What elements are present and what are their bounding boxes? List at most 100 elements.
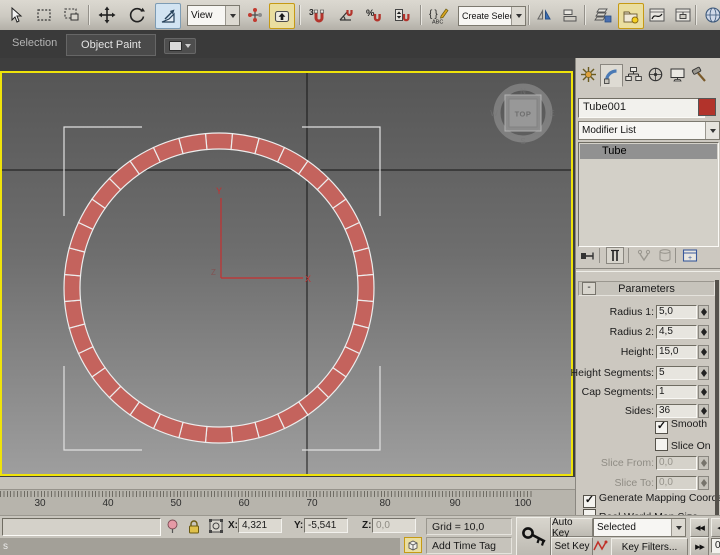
time-slider-track[interactable] bbox=[0, 477, 575, 490]
x-coord-field[interactable]: 4,321 bbox=[238, 518, 282, 533]
tab-create[interactable] bbox=[578, 64, 599, 85]
radius1-field[interactable]: 5,0 bbox=[656, 305, 697, 319]
tube-segment[interactable] bbox=[179, 422, 207, 442]
tube-segment[interactable] bbox=[231, 134, 259, 154]
radius2-spinner[interactable] bbox=[698, 325, 709, 339]
generate-mapping-checkbox[interactable]: ✓ bbox=[583, 495, 596, 508]
make-unique-icon[interactable] bbox=[636, 249, 652, 263]
tube-segment[interactable] bbox=[358, 275, 374, 302]
tube-segment[interactable] bbox=[353, 300, 373, 328]
tab-motion[interactable] bbox=[645, 64, 666, 85]
mirror-button[interactable] bbox=[532, 3, 556, 27]
spinner-snap-toggle-button[interactable] bbox=[390, 3, 414, 27]
pin-stack-icon[interactable] bbox=[580, 249, 596, 263]
percent-snap-toggle-button[interactable]: % bbox=[362, 3, 386, 27]
toggle-ribbon-button[interactable] bbox=[618, 3, 644, 29]
key-filters-button[interactable]: Key Filters... bbox=[611, 538, 688, 555]
ribbon-display-dropdown[interactable] bbox=[164, 38, 196, 54]
slice-on-checkbox[interactable] bbox=[655, 438, 668, 451]
ribbon-tab-object-paint[interactable]: Object Paint bbox=[66, 34, 156, 56]
window-crossing-toggle-button[interactable] bbox=[60, 3, 84, 27]
reference-coordinate-system-dropdown[interactable]: View bbox=[187, 5, 240, 26]
angle-snap-toggle-button[interactable] bbox=[334, 3, 358, 27]
selection-filter-dropdown[interactable]: Selected bbox=[593, 518, 686, 537]
generate-mapping-label: Generate Mapping Coords. bbox=[599, 492, 720, 504]
edit-named-selection-sets-button[interactable]: { } ABC bbox=[427, 3, 451, 27]
time-tag-cube-button[interactable] bbox=[404, 537, 422, 553]
show-end-result-button[interactable] bbox=[606, 247, 624, 264]
go-to-end-button[interactable]: ▶▶ bbox=[690, 537, 709, 555]
go-to-start-button[interactable]: ◀◀ bbox=[690, 518, 709, 537]
radius2-field[interactable]: 4,5 bbox=[656, 325, 697, 339]
modifier-stack[interactable]: Tube bbox=[578, 142, 719, 247]
material-editor-button[interactable] bbox=[701, 3, 720, 27]
rollout-scrollbar[interactable] bbox=[715, 280, 719, 515]
object-color-swatch[interactable] bbox=[698, 98, 716, 116]
named-selection-sets-dropdown[interactable]: Create Selection Se bbox=[458, 6, 526, 26]
snap-toggle-3d-button[interactable]: 3 bbox=[305, 3, 329, 27]
tube-segment[interactable] bbox=[206, 427, 233, 443]
z-coord-field[interactable]: 0,0 bbox=[372, 518, 416, 533]
set-key-button[interactable]: Set Key bbox=[551, 537, 593, 555]
active-viewport[interactable]: Y X Z N W E S TOP bbox=[0, 71, 573, 476]
tab-display[interactable] bbox=[667, 64, 688, 85]
ribbon-tab-selection[interactable]: Selection bbox=[12, 37, 57, 49]
tube-segment[interactable] bbox=[65, 248, 85, 276]
tube-segment[interactable] bbox=[206, 133, 233, 149]
tab-utilities[interactable] bbox=[689, 64, 710, 85]
isolate-selection-icon[interactable] bbox=[166, 519, 179, 534]
tube-segment[interactable] bbox=[179, 134, 207, 154]
viewport-canvas[interactable]: Y X Z N W E S TOP bbox=[2, 73, 571, 474]
current-frame-field[interactable]: 0 bbox=[711, 538, 720, 553]
absolute-offset-mode-icon[interactable] bbox=[209, 519, 223, 533]
track-bar[interactable]: 30 40 50 60 70 80 90 100 bbox=[0, 490, 575, 515]
smooth-checkbox[interactable]: ✓ bbox=[655, 421, 668, 434]
keyboard-shortcut-override-toggle[interactable] bbox=[269, 3, 295, 29]
rectangular-selection-region-button[interactable] bbox=[32, 3, 56, 27]
y-coord-field[interactable]: -5,541 bbox=[304, 518, 348, 533]
set-keys-button[interactable] bbox=[516, 517, 551, 555]
modifier-list-dropdown[interactable]: Modifier List bbox=[578, 121, 720, 140]
parameters-rollout-header[interactable]: - Parameters bbox=[578, 281, 715, 296]
stack-item-tube[interactable]: Tube bbox=[580, 144, 717, 159]
align-button[interactable] bbox=[558, 3, 582, 27]
height-segments-spinner[interactable] bbox=[698, 366, 709, 380]
tube-segment[interactable] bbox=[65, 300, 85, 328]
select-and-scale-button[interactable] bbox=[155, 3, 181, 29]
tube-segment[interactable] bbox=[64, 275, 80, 302]
schematic-view-button[interactable] bbox=[671, 3, 695, 27]
select-object-button[interactable] bbox=[4, 3, 28, 27]
select-and-move-button[interactable] bbox=[95, 3, 119, 27]
object-name-field[interactable]: Tube001 bbox=[578, 98, 705, 118]
add-time-tag[interactable]: Add Time Tag bbox=[426, 537, 512, 554]
radius1-spinner[interactable] bbox=[698, 305, 709, 319]
select-and-rotate-button[interactable] bbox=[125, 3, 149, 27]
radius2-row: Radius 2: 4,5 bbox=[576, 325, 712, 340]
default-in-out-tangents-icon[interactable] bbox=[593, 539, 609, 553]
maxscript-mini-listener[interactable] bbox=[2, 518, 161, 536]
curve-editor-button[interactable] bbox=[645, 3, 669, 27]
layer-manager-button[interactable] bbox=[590, 3, 614, 27]
viewport[interactable]: Y X Z N W E S TOP bbox=[0, 58, 575, 477]
tube-segment[interactable] bbox=[353, 248, 373, 276]
selection-lock-icon[interactable] bbox=[187, 519, 201, 534]
height-segments-field[interactable]: 5 bbox=[656, 366, 697, 380]
height-spinner[interactable] bbox=[698, 345, 709, 359]
select-and-manipulate-button[interactable] bbox=[243, 3, 267, 27]
viewcube[interactable]: N W E S TOP bbox=[490, 87, 554, 146]
sides-spinner[interactable] bbox=[698, 404, 709, 418]
transform-gizmo[interactable]: Y X Z bbox=[211, 186, 311, 284]
tab-hierarchy[interactable] bbox=[623, 64, 644, 85]
auto-key-button[interactable]: Auto Key bbox=[551, 518, 593, 537]
sides-field[interactable]: 36 bbox=[656, 404, 697, 418]
tube-object[interactable] bbox=[64, 133, 374, 443]
previous-frame-button[interactable]: ◀ bbox=[711, 518, 720, 537]
rollout-collapse-button[interactable]: - bbox=[582, 282, 596, 295]
height-field[interactable]: 15,0 bbox=[656, 345, 697, 359]
cap-segments-field[interactable]: 1 bbox=[656, 385, 697, 399]
configure-modifier-sets-icon[interactable]: + bbox=[682, 248, 698, 263]
cap-segments-spinner[interactable] bbox=[698, 385, 709, 399]
remove-modifier-icon[interactable] bbox=[658, 248, 672, 263]
tab-modify[interactable] bbox=[600, 64, 623, 87]
tube-segment[interactable] bbox=[231, 422, 259, 442]
